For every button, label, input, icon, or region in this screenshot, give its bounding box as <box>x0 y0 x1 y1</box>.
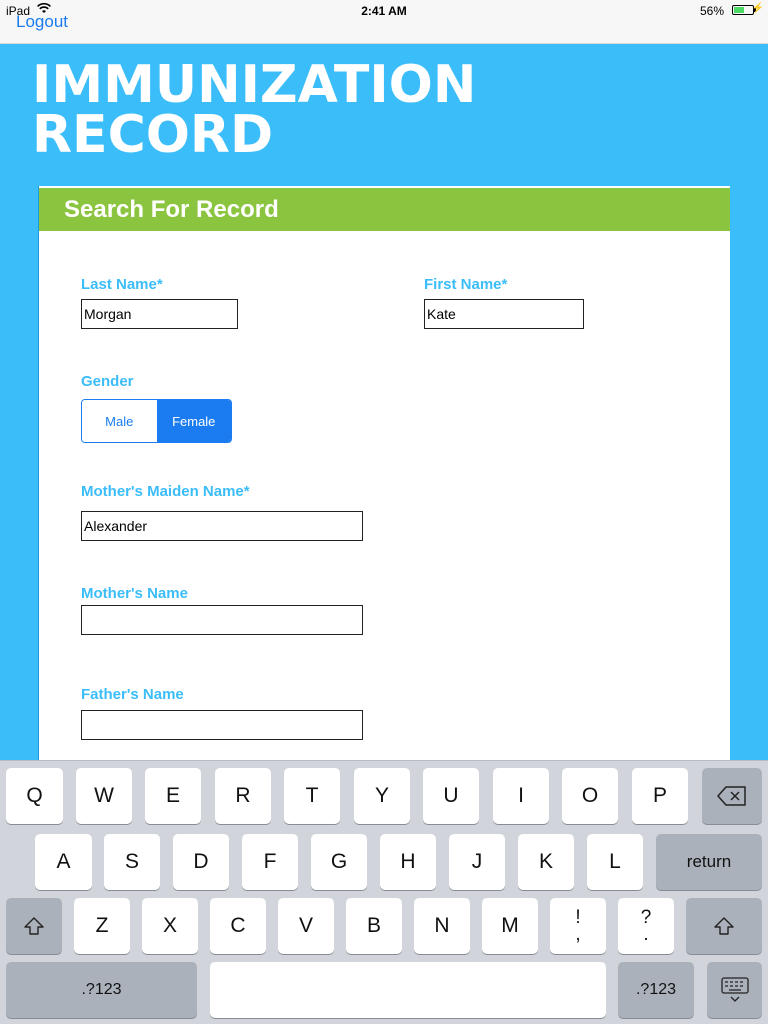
key-comma-label: , <box>575 924 581 945</box>
key-g[interactable]: G <box>311 834 367 890</box>
gender-label: Gender <box>81 373 134 390</box>
key-t[interactable]: T <box>284 768 340 824</box>
numbers-key-left[interactable]: .?123 <box>6 962 197 1018</box>
key-exclamation-comma[interactable]: ! , <box>550 898 606 954</box>
key-question-period[interactable]: ? . <box>618 898 674 954</box>
key-s[interactable]: S <box>104 834 160 890</box>
key-w[interactable]: W <box>76 768 132 824</box>
father-name-label: Father's Name <box>81 686 184 703</box>
key-e[interactable]: E <box>145 768 201 824</box>
page-title-line2: RECORD <box>32 105 274 165</box>
last-name-input[interactable]: Morgan <box>81 299 238 329</box>
key-o[interactable]: O <box>562 768 618 824</box>
keyboard-dismiss-icon <box>720 977 749 1002</box>
first-name-label: First Name* <box>424 276 508 293</box>
card-heading: Search For Record <box>39 186 730 231</box>
key-n[interactable]: N <box>414 898 470 954</box>
return-key[interactable]: return <box>656 834 762 890</box>
battery-percent: 56% <box>699 4 724 18</box>
key-y[interactable]: Y <box>354 768 410 824</box>
key-q[interactable]: Q <box>6 768 63 824</box>
status-bar: iPad 2:41 AM 56% ⚡ <box>0 0 768 20</box>
key-period-label: . <box>643 924 649 945</box>
navigation-bar: iPad 2:41 AM 56% ⚡ Logout <box>0 0 768 44</box>
shift-key-right[interactable] <box>686 898 762 954</box>
logout-button[interactable]: Logout <box>16 12 68 32</box>
key-p[interactable]: P <box>632 768 688 824</box>
key-b[interactable]: B <box>346 898 402 954</box>
father-name-input[interactable] <box>81 710 363 740</box>
first-name-input[interactable]: Kate <box>424 299 584 329</box>
key-a[interactable]: A <box>35 834 92 890</box>
key-j[interactable]: J <box>449 834 505 890</box>
key-v[interactable]: V <box>278 898 334 954</box>
maiden-name-input[interactable]: Alexander <box>81 511 363 541</box>
key-d[interactable]: D <box>173 834 229 890</box>
key-m[interactable]: M <box>482 898 538 954</box>
gender-female-option[interactable]: Female <box>156 400 231 442</box>
mother-name-label: Mother's Name <box>81 585 188 602</box>
key-k[interactable]: K <box>518 834 574 890</box>
backspace-icon <box>717 786 746 806</box>
key-l[interactable]: L <box>587 834 643 890</box>
key-f[interactable]: F <box>242 834 298 890</box>
space-key[interactable] <box>210 962 606 1018</box>
key-c[interactable]: C <box>210 898 266 954</box>
shift-key-left[interactable] <box>6 898 62 954</box>
key-z[interactable]: Z <box>74 898 130 954</box>
key-i[interactable]: I <box>493 768 549 824</box>
last-name-label: Last Name* <box>81 276 163 293</box>
page-title-line1: IMMUNIZATION <box>32 55 477 115</box>
key-u[interactable]: U <box>423 768 479 824</box>
onscreen-keyboard: Q W E R T Y U I O P A S D F G H J K L re… <box>0 760 768 1024</box>
gender-male-option[interactable]: Male <box>82 400 157 442</box>
backspace-key[interactable] <box>702 768 762 824</box>
charging-icon: ⚡ <box>751 3 764 14</box>
numbers-key-right[interactable]: .?123 <box>618 962 694 1018</box>
shift-icon <box>24 917 44 935</box>
key-r[interactable]: R <box>215 768 271 824</box>
gender-segmented-control[interactable]: Male Female <box>81 399 232 443</box>
shift-icon <box>714 917 734 935</box>
clock: 2:41 AM <box>361 4 407 18</box>
key-x[interactable]: X <box>142 898 198 954</box>
page-title: IMMUNIZATION RECORD <box>32 55 477 165</box>
key-h[interactable]: H <box>380 834 436 890</box>
dismiss-keyboard-key[interactable] <box>707 962 762 1018</box>
maiden-name-label: Mother's Maiden Name* <box>81 483 250 500</box>
mother-name-input[interactable] <box>81 605 363 635</box>
